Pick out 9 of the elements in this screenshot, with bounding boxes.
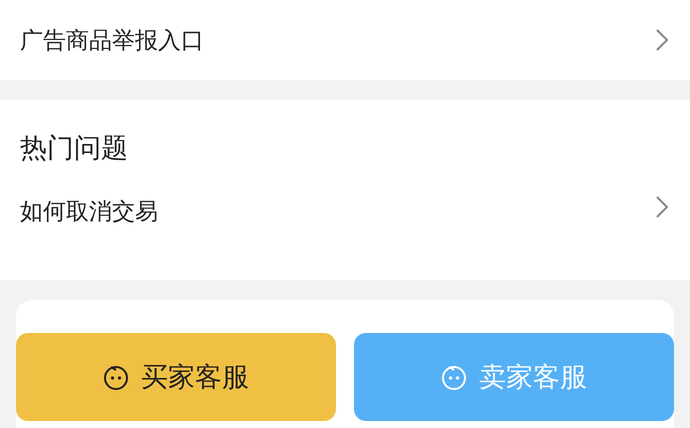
row-label: 如何取消交易 <box>20 198 158 227</box>
smiley-icon <box>441 364 467 390</box>
report-entry-row[interactable]: 广告商品举报入口 <box>0 0 690 80</box>
customer-service-button[interactable]: 买家客服 <box>16 333 336 421</box>
section-title: 热门问题 <box>19 132 129 166</box>
row-label: 广告商品举报入口 <box>20 26 204 56</box>
chevron-right-icon <box>656 29 668 51</box>
chevron-right-icon <box>656 196 668 218</box>
smiley-icon <box>103 364 129 390</box>
